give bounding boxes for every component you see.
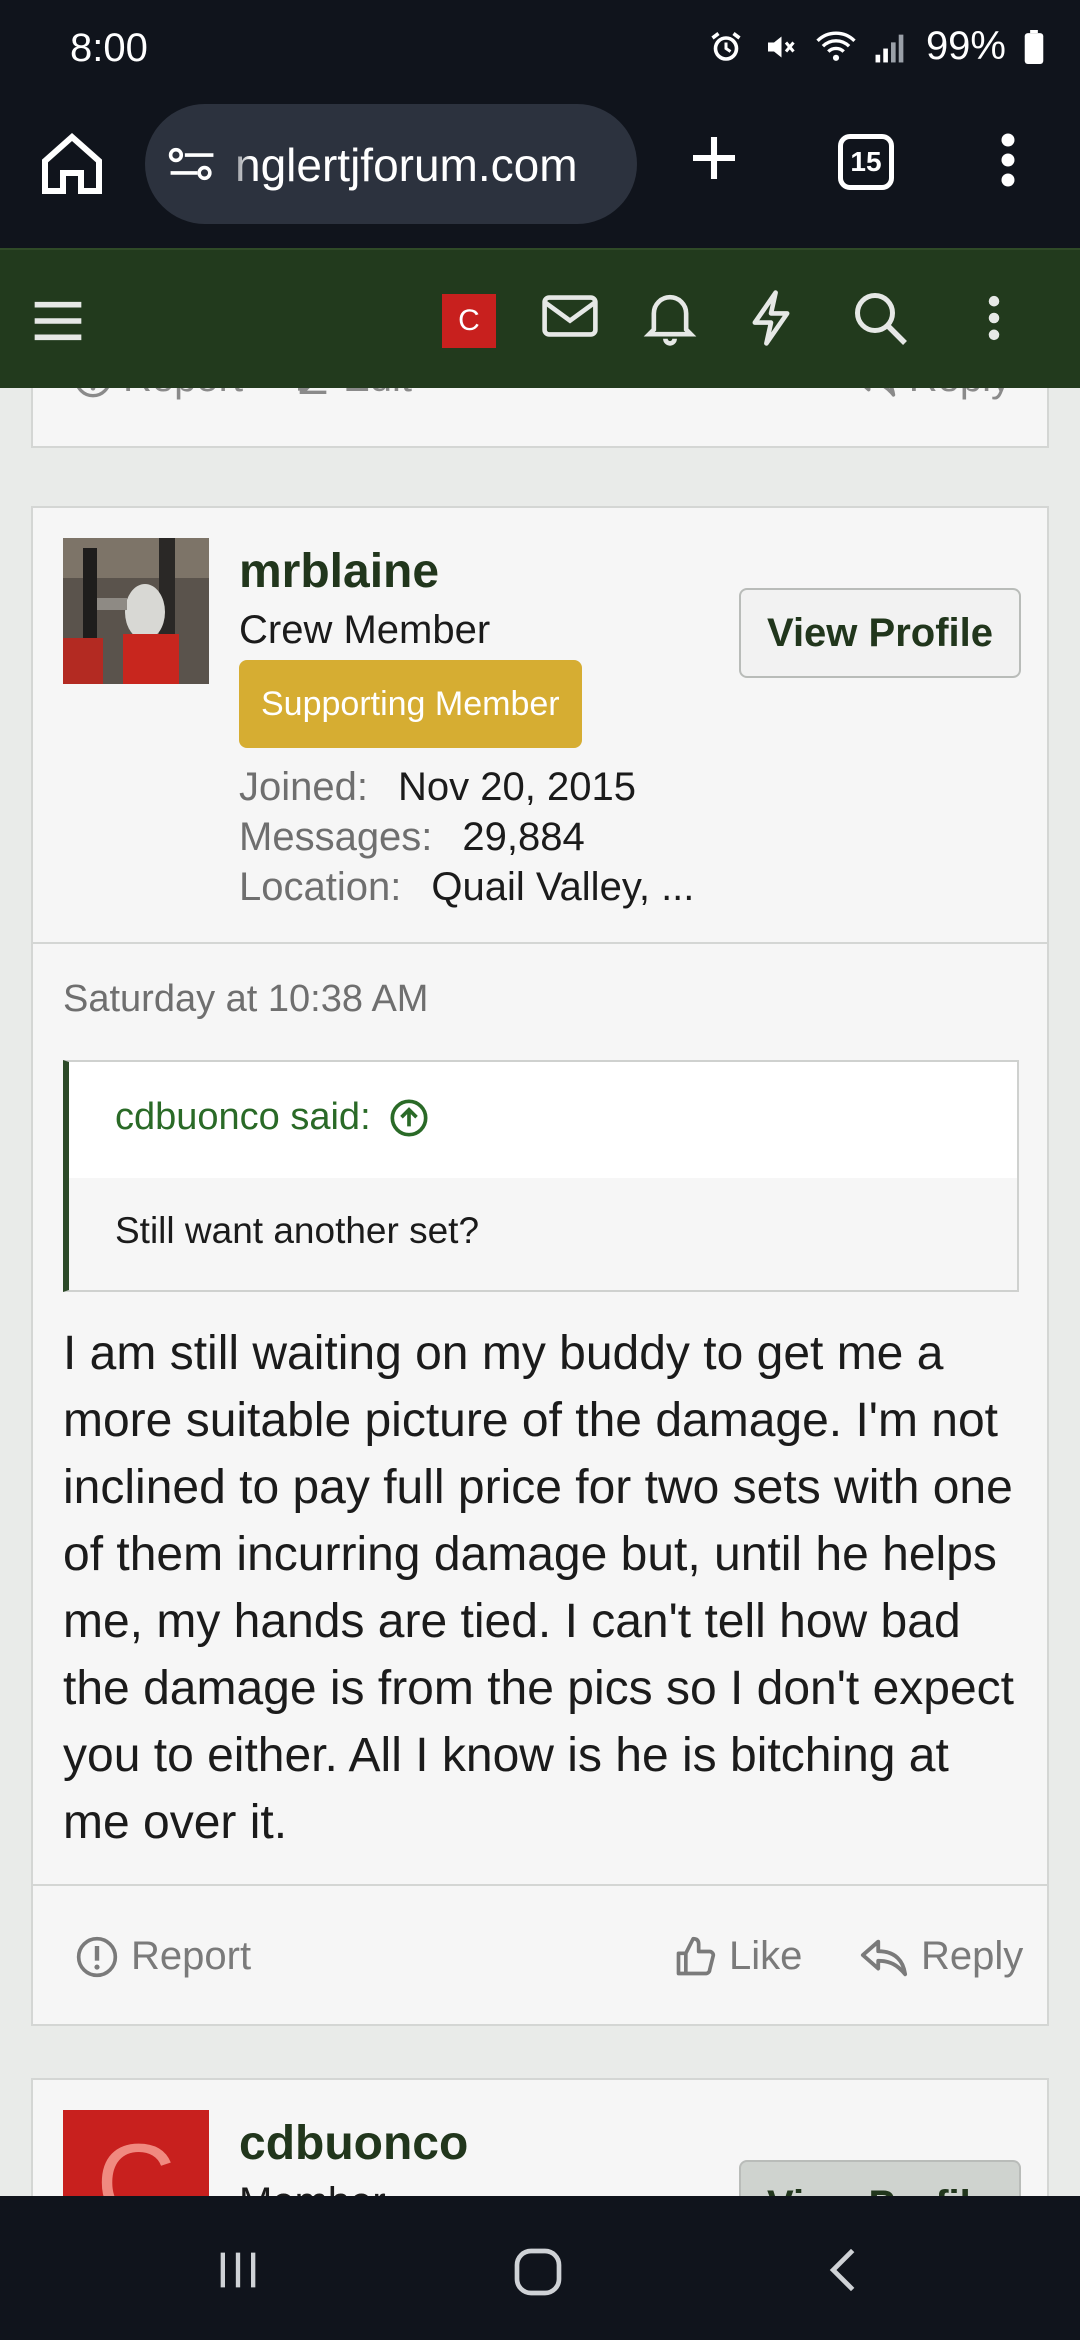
stat-label: Location:: [239, 865, 402, 909]
account-avatar[interactable]: C: [442, 294, 496, 348]
status-time: 8:00: [70, 26, 148, 70]
stat-label: Joined:: [239, 765, 368, 809]
post-card: mrblaine Crew Member Supporting Member V…: [31, 506, 1049, 2026]
view-profile-button[interactable]: View Profile: [739, 588, 1021, 678]
alerts-bell-icon[interactable]: [642, 288, 698, 348]
search-icon[interactable]: [850, 288, 910, 348]
stat-messages: Messages: 29,884: [239, 812, 694, 862]
stat-label: Messages:: [239, 815, 433, 859]
status-icons: 99%: [708, 24, 1044, 69]
signal-icon: [875, 34, 904, 62]
tab-switcher-button[interactable]: 15: [838, 134, 894, 190]
previous-post-actions: Report Edit: [73, 388, 412, 401]
back-icon[interactable]: [818, 2244, 870, 2296]
post-body: I am still waiting on my buddy to get me…: [63, 1327, 1014, 1849]
supporting-member-badge: Supporting Member: [239, 660, 582, 748]
post-actions: Report Like Reply: [33, 1884, 1047, 2024]
quote-author[interactable]: cdbuonco said:: [115, 1096, 371, 1139]
recent-apps-icon[interactable]: [212, 2244, 264, 2296]
quote-text: Still want another set?: [115, 1210, 480, 1251]
next-post-card: C cdbuonco Member View Profile: [31, 2078, 1049, 2196]
prev-report-label: Report: [123, 388, 243, 401]
battery-icon: [1024, 29, 1044, 64]
stat-joined: Joined: Nov 20, 2015: [239, 762, 694, 812]
edit-icon: [298, 388, 327, 394]
like-button[interactable]: Like: [673, 1934, 802, 1979]
url-text[interactable]: nglertjforum.com: [235, 138, 578, 192]
user-stats: Joined: Nov 20, 2015 Messages: 29,884 Lo…: [239, 762, 694, 912]
report-button[interactable]: Report: [75, 1934, 251, 1979]
next-username[interactable]: cdbuonco: [239, 2116, 468, 2171]
previous-post-footer: Report Edit Reply: [31, 388, 1049, 448]
forum-navbar: C: [0, 248, 1080, 388]
browser-toolbar: nglertjforum.com 15: [0, 100, 1080, 248]
quote-body: Still want another set?: [69, 1178, 1017, 1290]
quote-header: cdbuonco said:: [69, 1062, 1017, 1178]
prev-report-button[interactable]: Report: [73, 388, 243, 401]
status-bar: 8:00 99%: [0, 0, 1080, 100]
post-user-info: mrblaine Crew Member Supporting Member V…: [33, 508, 1047, 944]
url-bar[interactable]: nglertjforum.com: [145, 104, 637, 224]
jump-to-quote-icon[interactable]: [389, 1098, 429, 1138]
whats-new-bolt-icon[interactable]: [746, 288, 796, 348]
next-user-title: Member: [239, 2180, 386, 2196]
alarm-icon: [711, 31, 741, 61]
prev-edit-label: Edit: [343, 388, 412, 401]
next-view-profile-button[interactable]: View Profile: [739, 2160, 1021, 2196]
url-fade: [221, 104, 251, 224]
hamburger-menu-icon[interactable]: [30, 296, 86, 346]
battery-level: 99%: [925, 24, 1006, 68]
report-label: Report: [131, 1934, 252, 1978]
more-options-icon[interactable]: [982, 288, 1006, 348]
stat-value: 29,884: [462, 815, 585, 859]
quote-block: cdbuonco said: Still want another set?: [63, 1060, 1019, 1292]
thread-content: Report Edit Reply: [0, 388, 1080, 2196]
user-avatar[interactable]: [63, 538, 209, 684]
wifi-icon: [816, 31, 856, 61]
report-icon: [77, 388, 109, 397]
prev-reply-label: Reply: [909, 388, 1011, 401]
system-navigation-bar: [0, 2196, 1080, 2340]
inbox-icon[interactable]: [540, 288, 600, 344]
reply-label: Reply: [921, 1934, 1024, 1978]
site-settings-icon[interactable]: [167, 146, 217, 182]
next-user-avatar[interactable]: C: [63, 2110, 209, 2196]
reply-button[interactable]: Reply: [859, 1934, 1023, 1979]
home-button-icon[interactable]: [510, 2244, 566, 2300]
thumbs-up-icon: [676, 1936, 716, 1975]
new-tab-icon[interactable]: [686, 130, 742, 186]
avatar-photo-icon: [63, 538, 209, 684]
stat-location: Location: Quail Valley, ...: [239, 862, 694, 912]
like-label: Like: [729, 1934, 803, 1978]
browser-menu-icon[interactable]: [990, 130, 1026, 190]
quote-attribution[interactable]: cdbuonco said:: [115, 1096, 429, 1139]
reply-icon: [860, 1939, 908, 1976]
prev-edit-button[interactable]: Edit: [293, 388, 412, 401]
user-title: Crew Member: [239, 608, 491, 652]
prev-reply-button[interactable]: Reply: [851, 388, 1011, 401]
username[interactable]: mrblaine: [239, 544, 439, 599]
stat-value: Nov 20, 2015: [397, 765, 636, 809]
mute-icon: [767, 36, 795, 57]
home-icon[interactable]: [36, 128, 108, 200]
report-icon: [76, 1936, 118, 1977]
post-date[interactable]: Saturday at 10:38 AM: [63, 978, 428, 1021]
stat-value: Quail Valley, ...: [431, 865, 695, 909]
reply-icon: [864, 388, 895, 397]
